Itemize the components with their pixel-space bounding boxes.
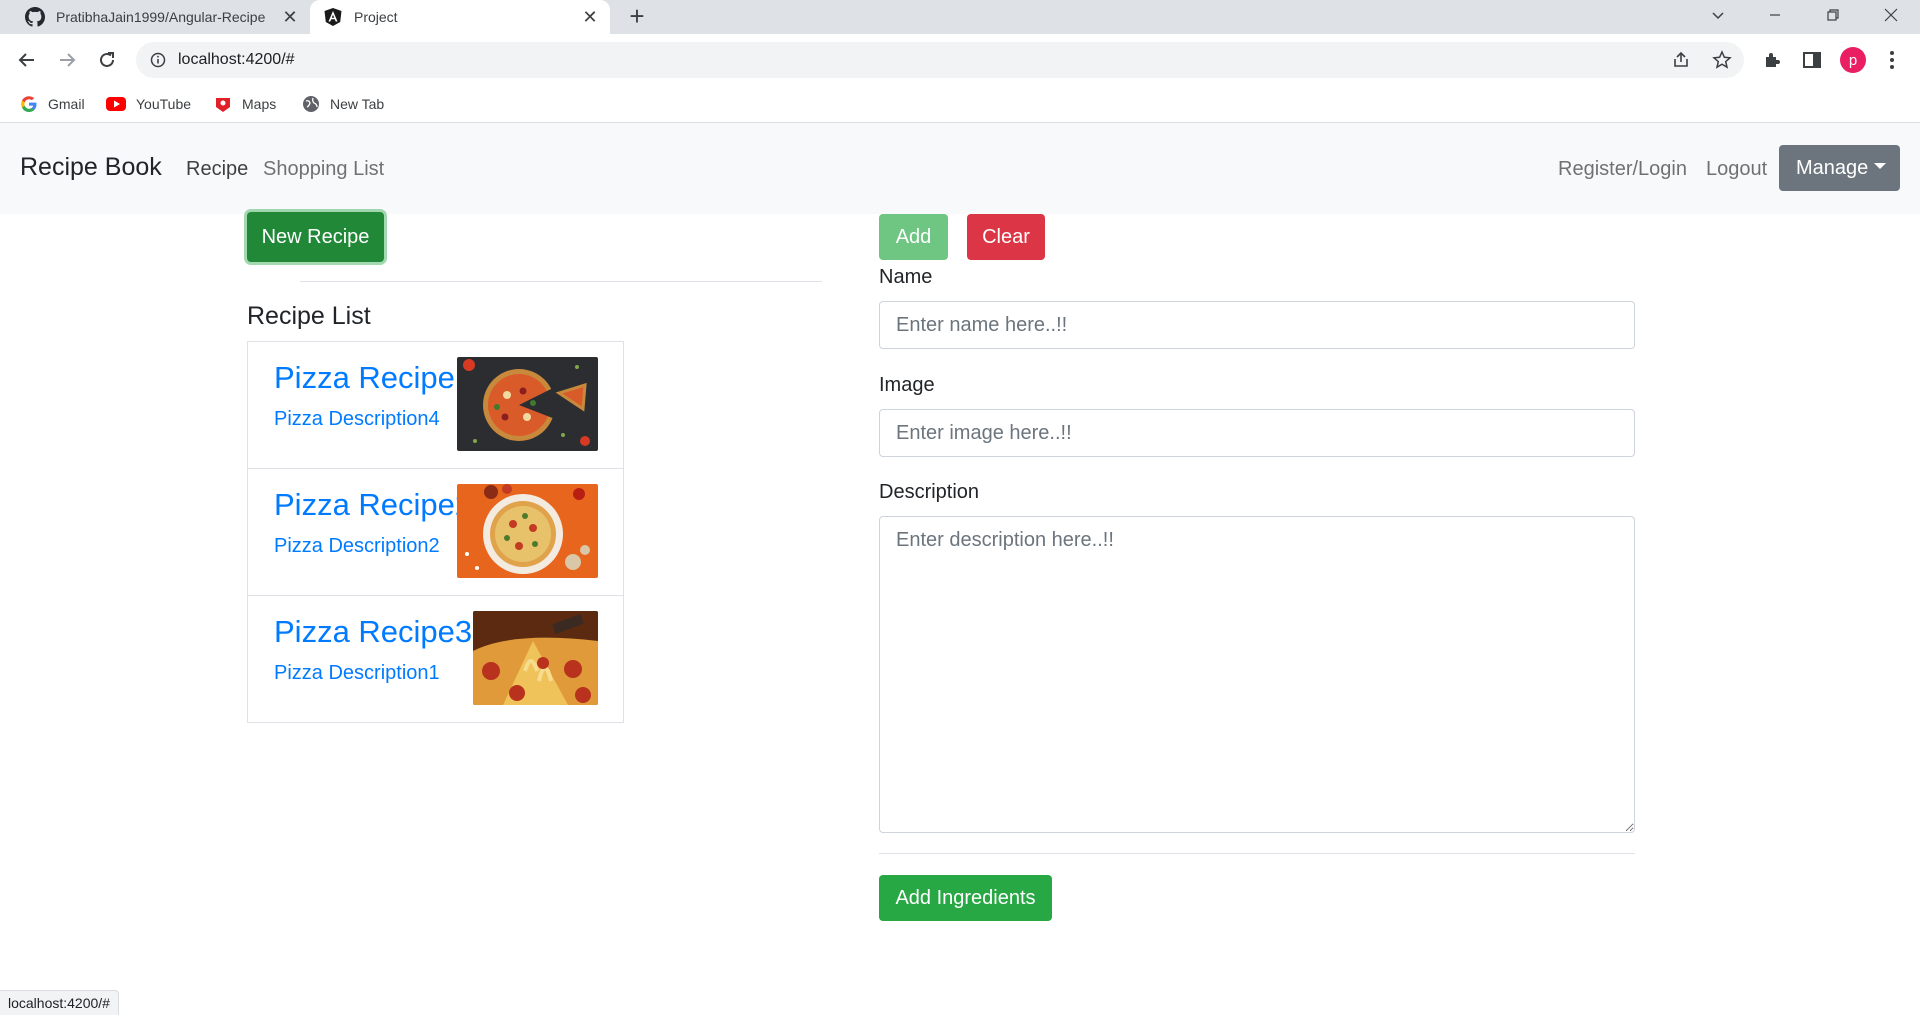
recipe-image [457,357,598,451]
angular-icon [324,8,342,26]
description-label: Description [879,481,980,503]
divider [879,853,1635,854]
new-recipe-button[interactable]: New Recipe [247,212,384,262]
tab-title: PratibhaJain1999/Angular-Recipe [56,9,266,25]
caret-down-icon [1874,163,1887,169]
brand-title[interactable]: Recipe Book [20,153,162,182]
tab-title: Project [354,9,398,25]
recipe-list: Pizza Recipe1 Pizza Description4 Pizza R… [247,341,625,723]
manage-dropdown[interactable]: Manage [1779,145,1900,191]
bookmark-maps[interactable]: Maps [214,92,276,116]
address-bar[interactable]: localhost:4200/# [136,42,1744,78]
name-input[interactable] [879,301,1635,349]
app-navbar: Recipe Book Recipe Shopping List Registe… [0,123,1920,214]
nav-link-register-login[interactable]: Register/Login [1558,158,1687,181]
side-panel-icon[interactable] [1802,50,1822,70]
recipe-image [457,484,598,578]
info-icon[interactable] [150,52,166,68]
bookmark-new-tab[interactable]: New Tab [302,92,384,116]
google-icon [21,96,37,112]
tab-strip: PratibhaJain1999/Angular-Recipe ✕ Projec… [0,0,1920,34]
recipe-description: Pizza Description1 [274,662,440,684]
recipe-list-title: Recipe List [247,302,371,330]
menu-icon[interactable] [1884,49,1900,71]
youtube-icon [106,97,126,111]
recipe-name: Pizza Recipe2 [274,487,473,522]
name-label: Name [879,266,933,288]
maps-icon [216,98,230,112]
status-url: localhost:4200/# [0,990,119,1015]
tab-search-icon[interactable] [1695,0,1741,30]
close-icon[interactable]: ✕ [580,7,600,27]
profile-avatar[interactable]: p [1840,47,1866,73]
manage-label: Manage [1796,156,1869,179]
divider [300,281,822,282]
new-tab-icon[interactable]: + [624,3,650,30]
tab-github[interactable]: PratibhaJain1999/Angular-Recipe ✕ [8,0,310,34]
nav-link-logout[interactable]: Logout [1706,158,1767,181]
restore-icon[interactable] [1810,0,1856,30]
close-icon[interactable]: ✕ [280,7,300,27]
url-text: localhost:4200/# [178,51,295,68]
recipe-item[interactable]: Pizza Recipe2 Pizza Description2 [247,468,624,596]
bookmark-label: New Tab [330,96,385,112]
add-ingredients-button[interactable]: Add Ingredients [879,875,1052,921]
recipe-name: Pizza Recipe1 [274,360,473,395]
toolbar: localhost:4200/# p Gmail YouTube Maps Ne… [0,34,1920,122]
star-icon[interactable] [1712,50,1732,70]
back-icon[interactable] [13,46,41,74]
recipe-description: Pizza Description4 [274,408,440,430]
nav-link-recipe[interactable]: Recipe [186,158,248,181]
bookmark-label: Maps [242,96,277,112]
tab-project[interactable]: Project ✕ [310,0,610,34]
github-icon [25,7,45,27]
reload-icon[interactable] [93,46,121,74]
forward-icon[interactable] [53,46,81,74]
image-label: Image [879,374,935,396]
nav-link-shopping-list[interactable]: Shopping List [263,158,384,181]
recipe-name: Pizza Recipe3 [274,614,473,649]
recipe-item[interactable]: Pizza Recipe3 Pizza Description1 [247,595,624,723]
window-close-icon[interactable] [1868,0,1914,30]
globe-icon [303,96,319,112]
recipe-item[interactable]: Pizza Recipe1 Pizza Description4 [247,341,624,469]
description-textarea[interactable] [879,516,1635,833]
clear-button[interactable]: Clear [967,214,1045,260]
bookmark-label: YouTube [136,96,192,112]
bookmark-label: Gmail [48,96,85,112]
image-input[interactable] [879,409,1635,457]
minimize-icon[interactable] [1752,0,1798,30]
recipe-image [473,611,598,705]
share-icon[interactable] [1672,51,1690,69]
bookmark-gmail[interactable]: Gmail [20,92,85,116]
add-button[interactable]: Add [879,214,948,260]
recipe-description: Pizza Description2 [274,535,440,557]
bookmark-youtube[interactable]: YouTube [106,92,191,116]
extensions-icon[interactable] [1762,50,1782,70]
